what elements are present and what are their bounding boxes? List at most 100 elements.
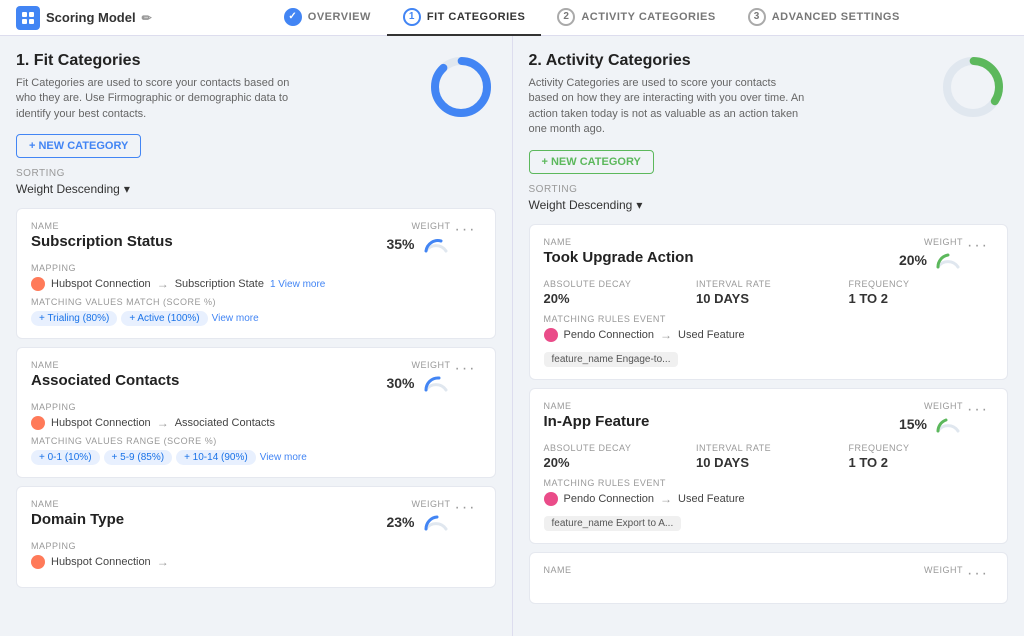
activity-card-1-weight-value: 20% <box>899 252 927 268</box>
fit-sorting-value[interactable]: Weight Descending ▾ <box>16 182 496 196</box>
activity-new-category-button[interactable]: + NEW CATEGORY <box>529 150 654 174</box>
nav-logo: Scoring Model ✏ <box>16 6 152 30</box>
fit-card-3-left: NAME Domain Type <box>31 499 386 528</box>
activity-card-1-header: NAME Took Upgrade Action WEIGHT 20% ··· <box>544 237 994 271</box>
tab-fit-categories[interactable]: 1 FIT CATEGORIES <box>387 0 541 36</box>
fit-panel-title: 1. Fit Categories <box>16 52 426 70</box>
activity-card-2-arc <box>933 413 963 435</box>
activity-card-3-weight-area: WEIGHT <box>924 565 963 575</box>
main-layout: 1. Fit Categories Fit Categories are use… <box>0 36 1024 636</box>
logo-text: Scoring Model <box>46 10 136 25</box>
fit-card-1-mapping-link[interactable]: 1 View more <box>270 279 325 290</box>
nav-tabs: ✓ OVERVIEW 1 FIT CATEGORIES 2 ACTIVITY C… <box>176 0 1008 36</box>
activity-card-2-name-label: NAME <box>544 401 899 411</box>
activity-card-1-mapping-source: Pendo Connection <box>564 329 655 341</box>
activity-panel: 2. Activity Categories Activity Categori… <box>513 36 1024 636</box>
fit-card-3-title: Domain Type <box>31 511 386 528</box>
chevron-down-icon: ▾ <box>124 182 130 196</box>
decay-label-2: ABSOLUTE DECAY <box>544 443 689 453</box>
tab-overview-label: OVERVIEW <box>308 11 371 23</box>
activity-card-1-arc <box>933 249 963 271</box>
hubspot-icon-2 <box>31 416 45 430</box>
fit-card-2-arc <box>421 372 451 394</box>
activity-card-2-title: In-App Feature <box>544 413 899 430</box>
decay-label: ABSOLUTE DECAY <box>544 279 689 289</box>
tab-advanced-settings[interactable]: 3 ADVANCED SETTINGS <box>732 0 916 36</box>
fit-card-3-mapping-label: MAPPING <box>31 541 481 551</box>
fit-panel-desc: Fit Categories are used to score your co… <box>16 76 296 122</box>
fit-new-category-button[interactable]: + NEW CATEGORY <box>16 134 141 158</box>
arrow-icon-3: → <box>157 555 169 569</box>
fit-card-2-title: Associated Contacts <box>31 372 386 389</box>
fit-card-2-mapping-dest: Associated Contacts <box>175 417 275 429</box>
activity-card-1-more-button[interactable]: ··· <box>963 237 993 255</box>
activity-card-1-weight-label: WEIGHT <box>924 237 963 247</box>
tab-activity-label: ACTIVITY CATEGORIES <box>581 11 715 23</box>
fit-card-2-weight-label: WEIGHT <box>412 360 451 370</box>
fit-card-2-mapping-source: Hubspot Connection <box>51 417 151 429</box>
activity-card-1-feature-tag: feature_name Engage-to... <box>544 352 679 367</box>
fit-card-1-weight-label: WEIGHT <box>412 221 451 231</box>
fit-card-domain-type: NAME Domain Type WEIGHT 23% ··· MAPPING <box>16 486 496 588</box>
activity-card-1-weight-area: WEIGHT 20% <box>899 237 963 271</box>
fit-card-1-tag-1: + Active (100%) <box>121 311 207 326</box>
fit-sorting-label: SORTING <box>16 168 496 179</box>
activity-card-3-left: NAME <box>544 565 925 577</box>
fit-card-2-weight-value: 30% <box>386 375 414 391</box>
activity-card-2-header: NAME In-App Feature WEIGHT 15% ··· <box>544 401 994 435</box>
fit-card-3-weight-value: 23% <box>386 514 414 530</box>
decay-value-2: 20% <box>544 455 689 470</box>
activity-card-3-weight-label: WEIGHT <box>924 565 963 575</box>
activity-card-1-name-label: NAME <box>544 237 899 247</box>
frequency-value-2: 1 TO 2 <box>849 455 994 470</box>
fit-card-1-more-button[interactable]: ··· <box>451 221 481 239</box>
tab-activity-categories[interactable]: 2 ACTIVITY CATEGORIES <box>541 0 731 36</box>
interval-label: INTERVAL RATE <box>696 279 841 289</box>
fit-card-1-name-label: NAME <box>31 221 386 231</box>
edit-icon[interactable]: ✏ <box>142 11 152 25</box>
fit-card-2-more-button[interactable]: ··· <box>451 360 481 378</box>
activity-card-2-more-button[interactable]: ··· <box>963 401 993 419</box>
activity-card-upgrade-action: NAME Took Upgrade Action WEIGHT 20% ··· <box>529 224 1009 380</box>
arrow-icon-act-2: → <box>660 492 672 506</box>
fit-card-3-mapping-row: Hubspot Connection → <box>31 555 481 569</box>
activity-header-left: 2. Activity Categories Activity Categori… <box>529 52 939 138</box>
tab-advanced-num: 3 <box>748 8 766 26</box>
activity-card-3-header: NAME WEIGHT ··· <box>544 565 994 583</box>
activity-card-2-weight-area: WEIGHT 15% <box>899 401 963 435</box>
fit-card-1-title: Subscription Status <box>31 233 386 250</box>
tab-overview-num: ✓ <box>284 8 302 26</box>
activity-card-2-decay-row: ABSOLUTE DECAY 20% INTERVAL RATE 10 DAYS… <box>544 443 994 470</box>
interval-value: 10 DAYS <box>696 291 841 306</box>
activity-card-3: NAME WEIGHT ··· <box>529 552 1009 604</box>
activity-card-2-weight-label: WEIGHT <box>924 401 963 411</box>
tab-activity-num: 2 <box>557 8 575 26</box>
fit-card-2-tag-0: + 0-1 (10%) <box>31 450 100 465</box>
activity-sorting-value[interactable]: Weight Descending ▾ <box>529 198 1009 212</box>
fit-card-3-name-label: NAME <box>31 499 386 509</box>
arrow-icon-2: → <box>157 416 169 430</box>
activity-card-1-left: NAME Took Upgrade Action <box>544 237 899 266</box>
frequency-label-2: FREQUENCY <box>849 443 994 453</box>
fit-card-3-more-button[interactable]: ··· <box>451 499 481 517</box>
fit-panel: 1. Fit Categories Fit Categories are use… <box>0 36 513 636</box>
activity-card-3-more-button[interactable]: ··· <box>963 565 993 583</box>
activity-card-2-left: NAME In-App Feature <box>544 401 899 430</box>
fit-card-1-mapping-source: Hubspot Connection <box>51 278 151 290</box>
activity-card-1-decay: ABSOLUTE DECAY 20% <box>544 279 689 306</box>
fit-card-1-matching-values: + Trialing (80%) + Active (100%) View mo… <box>31 311 481 326</box>
activity-card-1-mapping-row: Pendo Connection → Used Feature <box>544 328 994 342</box>
interval-value-2: 10 DAYS <box>696 455 841 470</box>
fit-donut <box>426 52 496 122</box>
tab-overview[interactable]: ✓ OVERVIEW <box>268 0 387 36</box>
fit-card-2-name-label: NAME <box>31 360 386 370</box>
fit-card-2-matching-label: MATCHING VALUES RANGE (SCORE %) <box>31 436 481 446</box>
activity-card-1-matching-label: MATCHING RULES EVENT <box>544 314 994 324</box>
logo-icon <box>16 6 40 30</box>
decay-value: 20% <box>544 291 689 306</box>
fit-card-1-view-more[interactable]: View more <box>212 313 259 326</box>
fit-card-2-view-more[interactable]: View more <box>260 452 307 465</box>
fit-card-3-weight-area: WEIGHT 23% <box>386 499 450 533</box>
chevron-down-icon-2: ▾ <box>636 198 642 212</box>
fit-card-2-tag-2: + 10-14 (90%) <box>176 450 256 465</box>
